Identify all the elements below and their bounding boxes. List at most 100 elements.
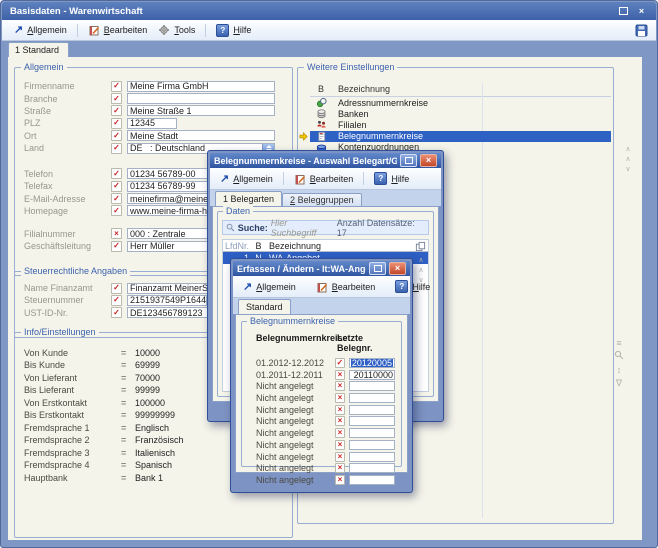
search-icon xyxy=(226,223,235,232)
letzte-belegnr-field[interactable] xyxy=(349,440,395,450)
close-icon[interactable]: × xyxy=(420,154,437,167)
filter-icon[interactable]: ∇ xyxy=(612,377,626,390)
letzte-belegnr-field[interactable] xyxy=(349,393,395,403)
menu-allgemein[interactable]: ↗ Allgemein xyxy=(239,281,300,293)
letzte-belegnr-field[interactable] xyxy=(349,405,395,415)
screen: Basisdaten - Warenwirtschaft × ↗ Allgeme… xyxy=(0,0,658,548)
menu-hilfe[interactable]: ? Hilfe xyxy=(391,279,434,294)
edit-toggle-icon[interactable]: ✓ xyxy=(111,168,122,179)
minimize-icon[interactable] xyxy=(369,262,386,275)
edit-toggle-icon[interactable]: ✓ xyxy=(111,307,122,318)
letzte-belegnr-field[interactable]: 20110000 xyxy=(349,370,395,380)
edit-toggle-icon[interactable]: × xyxy=(335,405,345,415)
edit-toggle-icon[interactable]: ✓ xyxy=(111,93,122,104)
copy-icon[interactable] xyxy=(415,241,426,252)
save-icon[interactable] xyxy=(635,24,648,37)
toolbar-separator xyxy=(283,172,284,185)
edit-toggle-icon[interactable]: ✓ xyxy=(111,81,122,92)
selection-arrow-icon xyxy=(299,132,308,141)
tree-item-belegnummernkreise[interactable]: Belegnummernkreise xyxy=(310,131,611,142)
letzte-belegnr-field[interactable]: 20120005 xyxy=(349,358,395,368)
edit-toggle-icon[interactable]: × xyxy=(335,370,345,380)
tab-belegarten[interactable]: 1 Belegarten xyxy=(215,191,282,206)
restore-icon[interactable] xyxy=(617,6,630,17)
minimize-icon[interactable] xyxy=(400,154,417,167)
scroll-top-icon[interactable]: ∧ xyxy=(416,256,426,266)
letzte-belegnr-field[interactable] xyxy=(349,416,395,426)
edit-toggle-icon[interactable]: ✓ xyxy=(335,358,345,368)
edit-toggle-icon[interactable]: × xyxy=(335,440,345,450)
tab-standard[interactable]: 1 Standard xyxy=(8,42,69,57)
equals-icon: = xyxy=(121,410,135,420)
letzte-belegnr-field[interactable] xyxy=(349,428,395,438)
sort-icon[interactable]: ↕ xyxy=(612,364,626,377)
branche-field[interactable] xyxy=(127,93,275,104)
edit-toggle-icon[interactable]: ✓ xyxy=(111,118,122,129)
grip-icon[interactable]: ≡ xyxy=(612,337,626,350)
edit-toggle-icon[interactable]: ✓ xyxy=(111,283,122,294)
tab-beleggruppen[interactable]: 2 Beleggruppen xyxy=(282,193,362,206)
edit-toggle-icon[interactable]: ✓ xyxy=(111,181,122,192)
edit-toggle-icon[interactable]: × xyxy=(335,393,345,403)
menu-allgemein[interactable]: ↗ Allgemein xyxy=(10,24,71,36)
group-title: Weitere Einstellungen xyxy=(304,62,397,72)
dialog-title: Erfassen / Ändern - lt:WA-Angebot xyxy=(237,264,366,274)
ustid-field[interactable]: DE123456789123 xyxy=(127,307,211,318)
menu-hilfe[interactable]: ? Hilfe xyxy=(370,171,413,186)
edit-toggle-icon[interactable]: ✓ xyxy=(111,193,122,204)
edit-toggle-icon[interactable]: ✓ xyxy=(111,241,122,252)
equals-icon: = xyxy=(121,460,135,470)
edit-toggle-icon[interactable]: × xyxy=(335,416,345,426)
ort-field[interactable]: Meine Stadt xyxy=(127,130,275,141)
form-row: Ort✓Meine Stadt xyxy=(24,130,288,141)
menu-hilfe[interactable]: ? Hilfe xyxy=(212,23,255,38)
column-headers: Belegnummernkreise Letzte Belegnr. xyxy=(256,333,395,353)
address-circles-icon xyxy=(316,97,327,108)
edit-toggle-icon[interactable]: × xyxy=(335,381,345,391)
letzte-belegnr-field[interactable] xyxy=(349,381,395,391)
tree-item-adressnummernkreise[interactable]: Adressnummernkreise xyxy=(310,97,611,108)
close-icon[interactable]: × xyxy=(635,6,648,17)
tree-header: B Bezeichnung xyxy=(310,83,611,97)
scroll-up-icon[interactable]: ∧ xyxy=(622,155,634,165)
tree-scroll-controls: ∧ ∧ ∨ xyxy=(622,145,634,175)
firmenname-field[interactable]: Meine Firma GmbH xyxy=(127,81,275,92)
main-toolbar: ↗ Allgemein Bearbeiten Tools ? Hilfe xyxy=(2,20,656,41)
scroll-top-icon[interactable]: ∧ xyxy=(622,145,634,155)
edit-toggle-icon[interactable]: ✓ xyxy=(111,130,122,141)
edit-toggle-icon[interactable]: × xyxy=(335,475,345,485)
tree-item-filialen[interactable]: Filialen xyxy=(310,119,611,130)
beleg-row: Nicht angelegt× xyxy=(256,452,395,462)
strasse-field[interactable]: Meine Straße 1 xyxy=(127,105,275,116)
dialog-tabstrip: Standard xyxy=(233,298,410,314)
tab-standard[interactable]: Standard xyxy=(238,299,291,314)
menu-bearbeiten[interactable]: Bearbeiten xyxy=(312,280,380,294)
letzte-belegnr-field[interactable] xyxy=(349,452,395,462)
plz-field[interactable]: 12345 xyxy=(127,118,177,129)
tree-item-banken[interactable]: Banken xyxy=(310,108,611,119)
edit-toggle-icon[interactable]: ✓ xyxy=(111,143,122,154)
menu-bearbeiten[interactable]: Bearbeiten xyxy=(84,23,152,37)
group-title: Steuerrechtliche Angaben xyxy=(21,266,130,276)
edit-toggle-icon[interactable]: × xyxy=(335,452,345,462)
equals-icon: = xyxy=(121,435,135,445)
dialog-title: Belegnummernkreise - Auswahl Belegart/Gr… xyxy=(214,156,397,166)
letzte-belegnr-field[interactable] xyxy=(349,475,395,485)
steuernummer-field[interactable]: 2151937549P1644 xyxy=(127,295,207,306)
close-icon[interactable]: × xyxy=(389,262,406,275)
edit-toggle-icon[interactable]: ✓ xyxy=(111,205,122,216)
toolbar-separator xyxy=(363,172,364,185)
edit-toggle-icon[interactable]: × xyxy=(335,428,345,438)
scroll-down-icon[interactable]: ∨ xyxy=(622,165,634,175)
search-bar[interactable]: Suche: Hier Suchbegriff Anzahl Datensätz… xyxy=(222,220,429,235)
letzte-belegnr-field[interactable] xyxy=(349,463,395,473)
edit-toggle-icon[interactable]: ✓ xyxy=(111,295,122,306)
menu-bearbeiten[interactable]: Bearbeiten xyxy=(290,172,358,186)
menu-tools[interactable]: Tools xyxy=(154,23,199,37)
edit-toggle-icon[interactable]: × xyxy=(111,228,122,239)
menu-allgemein[interactable]: ↗ Allgemein xyxy=(216,173,277,185)
edit-toggle-icon[interactable]: ✓ xyxy=(111,105,122,116)
magnifier-icon[interactable] xyxy=(612,350,626,364)
scroll-up-icon[interactable]: ∧ xyxy=(416,266,426,276)
edit-toggle-icon[interactable]: × xyxy=(335,463,345,473)
